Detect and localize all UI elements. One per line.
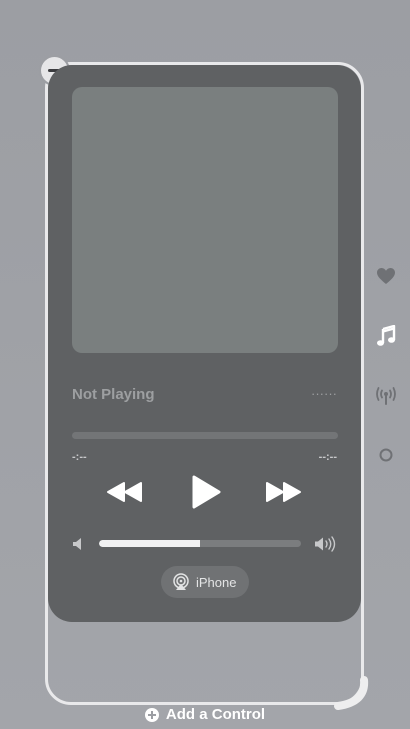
sidebar-item-music[interactable]: [372, 322, 400, 350]
airplay-device-label: iPhone: [196, 574, 237, 590]
elapsed-time: -:--: [72, 451, 87, 463]
favorites-heart-icon: [377, 268, 395, 284]
sidebar-item-other[interactable]: [372, 441, 400, 469]
fast-forward-button[interactable]: [262, 470, 304, 514]
artist-placeholder: ······: [311, 386, 337, 401]
circle-icon: [379, 448, 393, 462]
sidebar-item-connectivity[interactable]: [372, 382, 400, 410]
add-control-label: Add a Control: [165, 706, 266, 723]
sidebar-item-favorites[interactable]: [372, 262, 400, 290]
music-note-icon: [377, 325, 396, 346]
play-icon: [192, 475, 221, 509]
connectivity-antenna-icon: [376, 387, 396, 405]
volume-slider[interactable]: [99, 540, 301, 547]
fast-forward-icon: [266, 482, 301, 502]
add-control-button[interactable]: Add a Control: [0, 706, 410, 723]
playback-scrubber[interactable]: [72, 432, 338, 439]
play-button[interactable]: [186, 470, 226, 514]
airplay-output-button[interactable]: iPhone: [161, 566, 250, 598]
album-artwork: [72, 87, 338, 353]
rewind-button[interactable]: [104, 470, 146, 514]
airplay-audio-icon: [173, 573, 189, 590]
now-playing-title: Not Playing: [72, 386, 155, 403]
volume-slider-fill: [99, 540, 200, 547]
rewind-icon: [107, 482, 142, 502]
plus-circle-icon: [144, 707, 159, 722]
media-player-control[interactable]: Not Playing ······ -:-- --:-- iPhone: [48, 65, 361, 622]
volume-low-icon: [73, 538, 81, 550]
transport-controls: [48, 470, 361, 514]
volume-high-icon: [315, 536, 336, 552]
remaining-time: --:--: [318, 451, 337, 463]
volume-row: [48, 535, 361, 553]
